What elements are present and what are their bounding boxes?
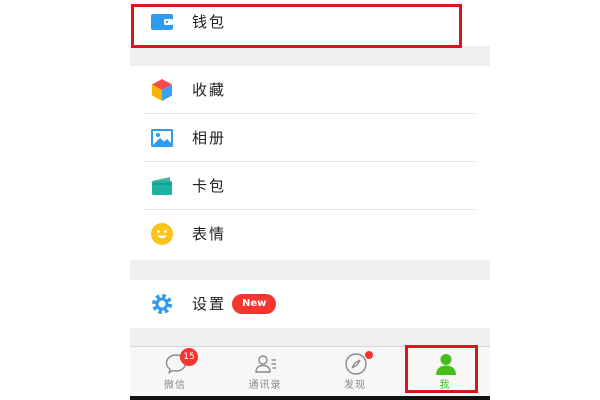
contacts-icon [254, 352, 278, 376]
menu-item-favorites[interactable]: 收藏 [130, 66, 490, 114]
wallet-group: 钱包 [130, 0, 490, 46]
card-icon [150, 174, 174, 198]
tab-chats[interactable]: 15 微信 [130, 347, 220, 400]
smiley-icon [150, 222, 174, 246]
menu-item-album[interactable]: 相册 [130, 114, 490, 162]
menu-item-stickers[interactable]: 表情 [130, 210, 490, 258]
tab-label: 我 [439, 380, 451, 391]
image-icon [150, 126, 174, 150]
menu-item-settings[interactable]: 设置 New [130, 280, 490, 328]
gear-icon [150, 292, 174, 316]
tab-bar: 15 微信 通讯录 发现 我 [130, 346, 490, 400]
tab-discover[interactable]: 发现 [310, 347, 400, 400]
features-group: 收藏 相册 卡包 表情 [130, 66, 490, 260]
person-icon [434, 352, 458, 376]
settings-group: 设置 New [130, 280, 490, 328]
menu-item-label: 表情 [192, 225, 227, 243]
wallet-icon [150, 10, 174, 34]
notification-dot [365, 351, 373, 359]
tab-me[interactable]: 我 [400, 347, 490, 400]
new-badge: New [232, 294, 277, 314]
menu-item-label: 相册 [192, 129, 227, 147]
tab-label: 微信 [164, 380, 186, 391]
screen-bottom-edge [130, 396, 490, 400]
menu-item-cards[interactable]: 卡包 [130, 162, 490, 210]
tab-label: 发现 [344, 380, 366, 391]
menu-item-label: 卡包 [192, 177, 227, 195]
menu-item-wallet[interactable]: 钱包 [130, 0, 490, 46]
tab-label: 通讯录 [248, 380, 282, 391]
tab-contacts[interactable]: 通讯录 [220, 347, 310, 400]
cube-icon [150, 78, 174, 102]
phone-screen: 钱包 收藏 相册 卡包 表情 设置 New 15 微信 通讯录 发现 我 [130, 0, 490, 400]
unread-count-badge: 15 [180, 348, 198, 366]
menu-item-label: 钱包 [192, 13, 227, 31]
menu-item-label: 收藏 [192, 81, 227, 99]
menu-item-label: 设置 [192, 295, 227, 313]
